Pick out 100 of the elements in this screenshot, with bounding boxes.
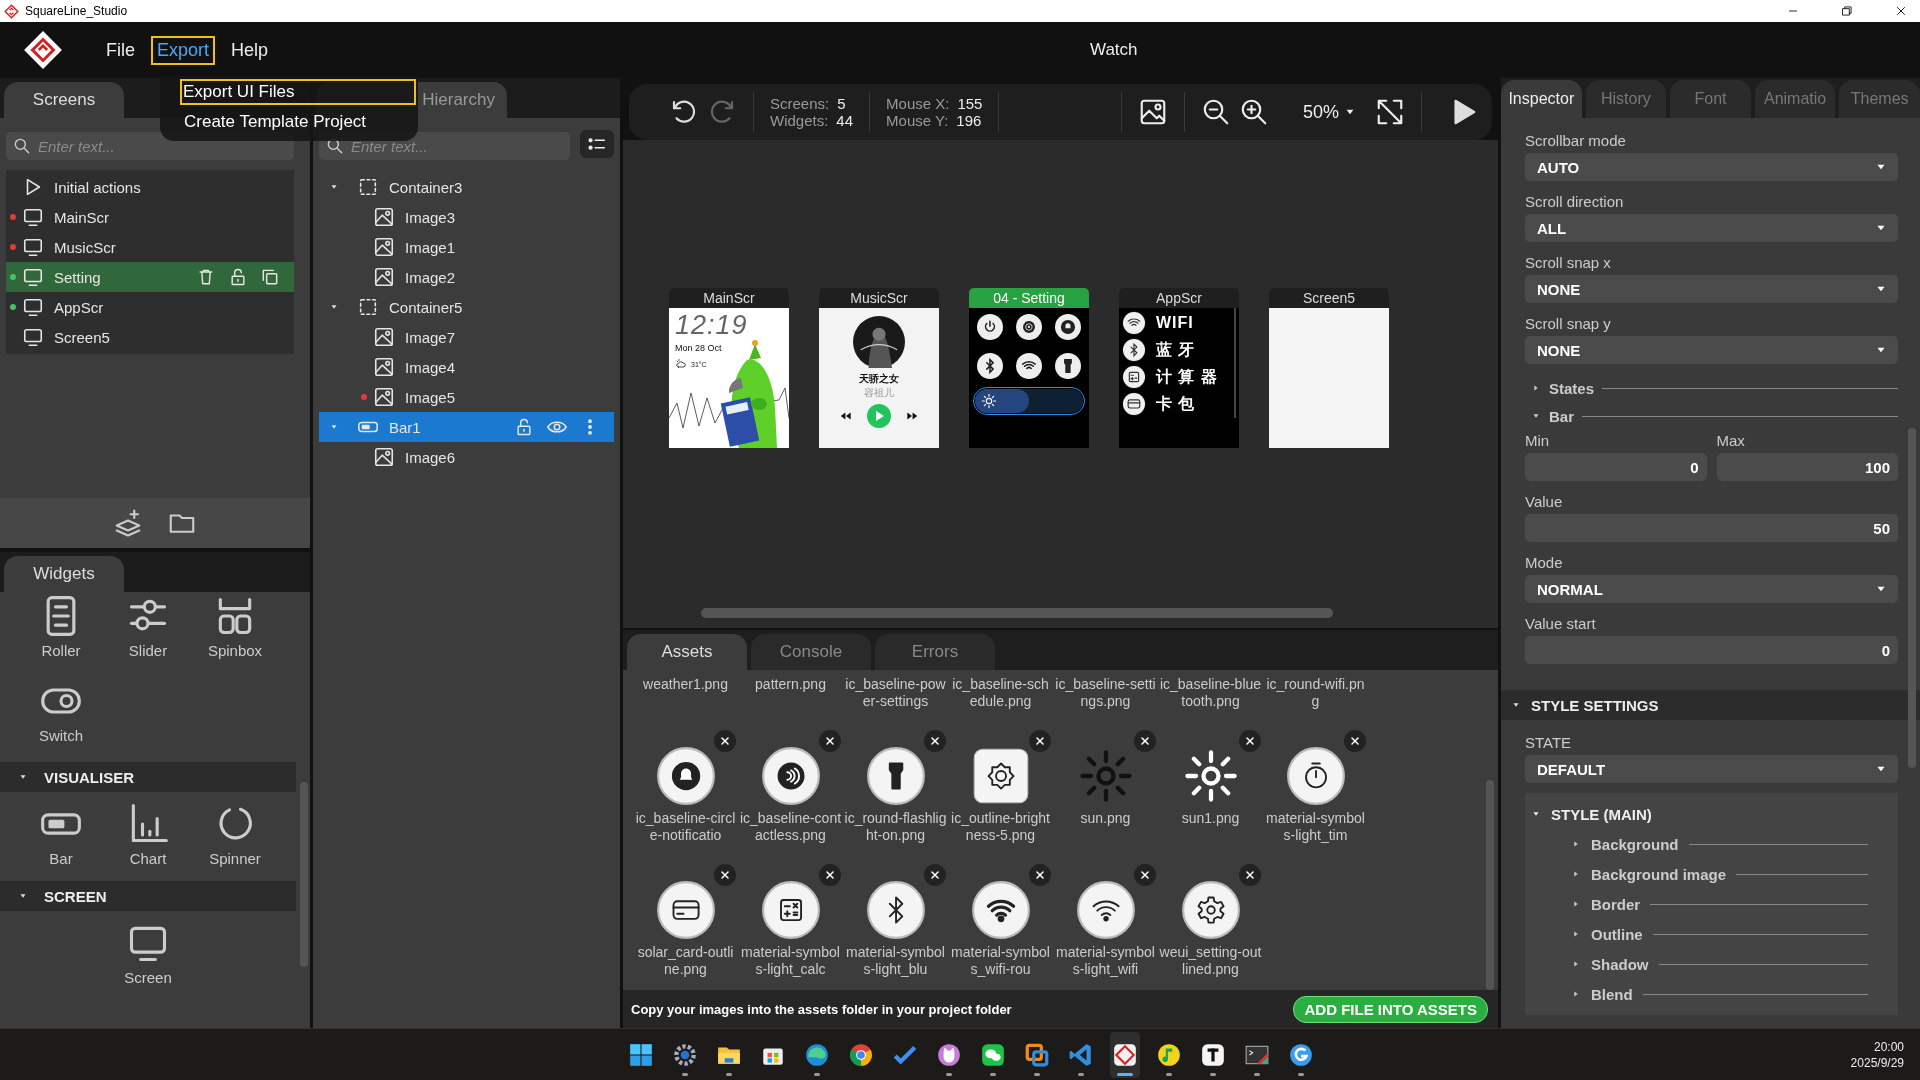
- section-header[interactable]: SCREEN: [0, 881, 296, 911]
- style-item[interactable]: Shadow: [1591, 955, 1649, 973]
- wifi-icon[interactable]: [1016, 353, 1042, 379]
- diamond-logo-icon[interactable]: [1112, 1041, 1138, 1068]
- tree-item[interactable]: Image3: [319, 202, 614, 232]
- calculator-icon[interactable]: [1122, 365, 1146, 389]
- menu-item[interactable]: Export UI Files: [180, 79, 416, 105]
- browser-icon[interactable]: [848, 1041, 874, 1068]
- squares-icon[interactable]: [1024, 1041, 1050, 1068]
- widget-item[interactable]: Slider: [104, 594, 192, 659]
- close-icon[interactable]: [818, 730, 841, 752]
- letter-icon[interactable]: [1200, 1041, 1226, 1068]
- scrollbar[interactable]: [1486, 780, 1494, 990]
- style-item[interactable]: Border: [1591, 895, 1641, 913]
- add-layer-icon[interactable]: [113, 508, 143, 538]
- number-field[interactable]: 0: [1525, 453, 1707, 481]
- widget-item[interactable]: Screen: [104, 921, 192, 986]
- bluetooth-icon[interactable]: [977, 353, 1003, 379]
- dropdown[interactable]: DEFAULT: [1525, 755, 1898, 783]
- watch-screen[interactable]: [969, 308, 1089, 448]
- copy-icon[interactable]: [260, 267, 280, 287]
- lock-icon[interactable]: [514, 417, 534, 437]
- dropdown[interactable]: NORMAL: [1525, 575, 1898, 603]
- panel-tab[interactable]: Assets: [627, 634, 747, 670]
- panel-tab[interactable]: Widgets: [4, 556, 124, 592]
- scrollbar[interactable]: [300, 782, 308, 967]
- brightness-bar[interactable]: [975, 389, 1083, 413]
- panel-tab[interactable]: Screens: [4, 82, 124, 118]
- close-icon[interactable]: [1028, 730, 1051, 752]
- widget-item[interactable]: Spinbox: [191, 594, 279, 659]
- settings-icon[interactable]: [1016, 314, 1042, 340]
- page-list-item[interactable]: Screen5: [6, 322, 294, 352]
- scrollbar[interactable]: [701, 608, 1333, 618]
- screen-title-tab[interactable]: AppScr: [1119, 288, 1239, 308]
- music-icon[interactable]: [1156, 1041, 1182, 1068]
- number-field[interactable]: 0: [1525, 636, 1898, 664]
- section-header[interactable]: STYLE SETTINGS: [1501, 690, 1920, 720]
- tree-item[interactable]: Image4: [319, 352, 614, 382]
- page-list-item[interactable]: Initial actions: [6, 172, 294, 202]
- cat-icon[interactable]: [936, 1041, 962, 1068]
- tree-item[interactable]: Image1: [319, 232, 614, 262]
- code-editor-icon[interactable]: [1068, 1041, 1094, 1068]
- style-item[interactable]: Background: [1591, 835, 1679, 853]
- windows-logo-icon[interactable]: [628, 1041, 654, 1068]
- menu-item[interactable]: Create Template Project: [182, 109, 416, 135]
- tree-item[interactable]: Image5: [319, 382, 614, 412]
- fit-screen-icon[interactable]: [1375, 97, 1405, 127]
- bluetooth-icon[interactable]: [1122, 338, 1146, 362]
- screen-title-tab[interactable]: Screen5: [1269, 288, 1389, 308]
- browser-icon[interactable]: [804, 1041, 830, 1068]
- wifi-icon[interactable]: [1122, 311, 1146, 335]
- close-icon[interactable]: [1133, 730, 1156, 752]
- close-icon[interactable]: [818, 864, 841, 886]
- zoom-dropdown[interactable]: 50%: [1296, 100, 1363, 124]
- diamond-logo-icon[interactable]: [22, 29, 64, 71]
- power-icon[interactable]: [977, 314, 1003, 340]
- close-icon[interactable]: [713, 864, 736, 886]
- tree-item[interactable]: Container5: [319, 292, 614, 322]
- tree-item[interactable]: Image7: [319, 322, 614, 352]
- close-icon[interactable]: [1343, 730, 1366, 752]
- page-list-item[interactable]: MusicScr: [6, 232, 294, 262]
- screen-title-tab[interactable]: MusicScr: [819, 288, 939, 308]
- style-item[interactable]: Outline: [1591, 925, 1643, 943]
- list-view-button[interactable]: [580, 130, 614, 158]
- menu-item[interactable]: Export: [151, 35, 216, 65]
- circle-logo-icon[interactable]: [1288, 1041, 1314, 1068]
- close-icon[interactable]: [1133, 864, 1156, 886]
- widget-item[interactable]: Spinner: [191, 802, 279, 867]
- section-title[interactable]: Bar: [1549, 407, 1574, 425]
- section-title[interactable]: States: [1549, 379, 1595, 397]
- bell-icon[interactable]: [1055, 314, 1081, 340]
- close-icon[interactable]: [1028, 864, 1051, 886]
- close-icon[interactable]: [713, 730, 736, 752]
- number-field[interactable]: 50: [1525, 514, 1898, 542]
- tree-item[interactable]: Image6: [319, 442, 614, 472]
- style-item[interactable]: Blend: [1591, 985, 1633, 1003]
- close-icon[interactable]: [923, 864, 946, 886]
- screen-title-tab[interactable]: MainScr: [669, 288, 789, 308]
- page-list-item[interactable]: MainScr: [6, 202, 294, 232]
- close-icon[interactable]: [1238, 864, 1261, 886]
- widget-item[interactable]: Bar: [17, 802, 105, 867]
- section-header[interactable]: VISUALISER: [0, 762, 296, 792]
- page-list-item[interactable]: Setting: [6, 262, 294, 292]
- card-icon[interactable]: [1122, 392, 1146, 416]
- dropdown[interactable]: NONE: [1525, 275, 1898, 303]
- tree-item[interactable]: Bar1: [319, 412, 614, 442]
- dropdown[interactable]: NONE: [1525, 336, 1898, 364]
- widget-item[interactable]: Switch: [17, 679, 105, 744]
- flashlight-icon[interactable]: [1055, 353, 1081, 379]
- group-title[interactable]: STYLE (MAIN): [1551, 805, 1652, 823]
- menu-item[interactable]: File: [100, 35, 141, 65]
- close-icon[interactable]: [1894, 4, 1908, 18]
- dropdown[interactable]: AUTO: [1525, 153, 1898, 181]
- panel-tab[interactable]: Errors: [875, 634, 995, 670]
- watch-screen[interactable]: 天骄之女 容祖儿: [819, 308, 939, 448]
- gear-icon[interactable]: [672, 1041, 698, 1068]
- scrollbar[interactable]: [1908, 428, 1916, 768]
- menu-item[interactable]: Help: [225, 35, 275, 65]
- panel-tab[interactable]: Console: [751, 634, 871, 670]
- style-item[interactable]: Background image: [1591, 865, 1727, 883]
